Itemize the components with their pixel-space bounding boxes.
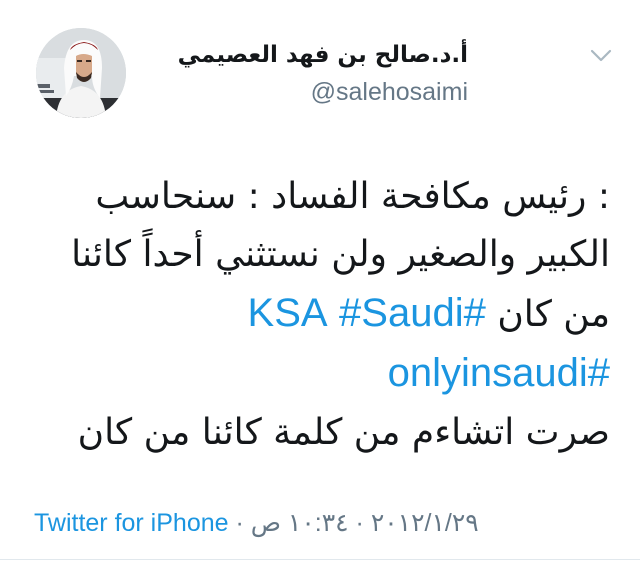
tweet-text-line: من كان #KSA #Saudi (20, 284, 610, 344)
tweet-meta: Twitter for iPhone · ٢٠١٢/١/٢٩ · ١٠:٣٤ ص (34, 508, 479, 538)
tweet-time[interactable]: ١٠:٣٤ ص (251, 509, 349, 537)
avatar[interactable] (36, 28, 126, 118)
tweet: أ.د.صالح بن فهد العصيمي @salehosaimi : ر… (0, 0, 640, 568)
chevron-down-icon[interactable] (590, 48, 612, 62)
tweet-text-line: صرت اتشاءم من كلمة كائنا من كان (77, 412, 610, 453)
hashtag-onlyinsaudi[interactable]: #onlyinsaudi (388, 351, 610, 395)
divider (0, 559, 640, 560)
tweet-date[interactable]: ٢٠١٢/١/٢٩ (371, 509, 479, 537)
tweet-source-link[interactable]: Twitter for iPhone (34, 509, 229, 537)
tweet-header: أ.د.صالح بن فهد العصيمي @salehosaimi (0, 28, 640, 128)
tweet-text-line: #onlyinsaudi (20, 344, 610, 404)
meta-separator: · (348, 509, 371, 537)
author-display-name[interactable]: أ.د.صالح بن فهد العصيمي (148, 38, 468, 72)
meta-separator: · (228, 509, 251, 537)
hashtag-saudi[interactable]: #Saudi (339, 291, 464, 335)
tweet-text: : رئيس مكافحة الفساد : سنحاسب الكبير وال… (20, 168, 610, 462)
author-names[interactable]: أ.د.صالح بن فهد العصيمي @salehosaimi (148, 38, 468, 106)
author-handle[interactable]: @salehosaimi (148, 76, 468, 108)
tweet-text-line: : رئيس مكافحة الفساد : سنحاسب (95, 176, 610, 217)
tweet-text-line: الكبير والصغير ولن نستثني أحداً كائنا (71, 234, 610, 275)
tweet-text-fragment: من كان (497, 294, 610, 335)
